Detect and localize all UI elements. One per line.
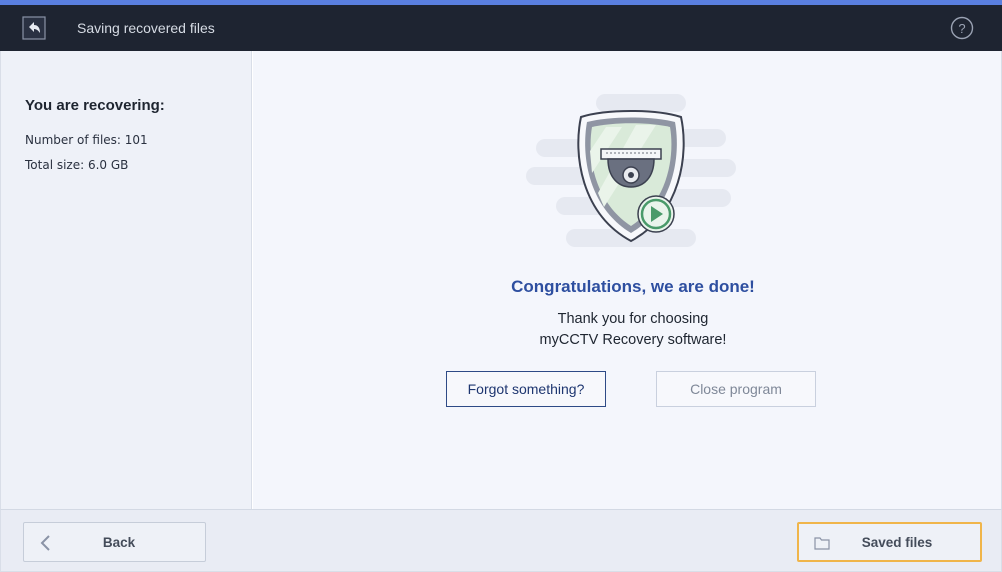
shield-cctv-camera-play-icon — [526, 89, 736, 259]
svg-text:?: ? — [958, 21, 965, 36]
back-arrow-app-icon[interactable] — [22, 16, 46, 40]
back-button[interactable]: Back — [23, 522, 206, 562]
close-program-button[interactable]: Close program — [656, 371, 816, 407]
completion-heading: Congratulations, we are done! — [511, 277, 755, 296]
saved-files-button-label: Saved files — [861, 535, 933, 550]
file-count-label: Number of files: 101 — [25, 133, 148, 147]
footer-bar: Back Saved files — [0, 509, 1002, 572]
thank-you-line-2: myCCTV Recovery software! — [539, 332, 727, 348]
saved-files-button[interactable]: Saved files — [797, 522, 982, 562]
window-title: Saving recovered files — [77, 20, 215, 36]
sidebar-heading: You are recovering: — [25, 97, 165, 114]
total-size-label: Total size: 6.0 GB — [25, 158, 129, 172]
help-icon[interactable]: ? — [950, 16, 974, 40]
completion-panel: Congratulations, we are done! Thank you … — [253, 51, 1002, 509]
thank-you-message: Thank you for choosing myCCTV Recovery s… — [253, 309, 1002, 351]
forgot-something-button[interactable]: Forgot something? — [446, 371, 606, 407]
recovery-summary-sidebar: You are recovering: Number of files: 101… — [0, 51, 252, 509]
thank-you-line-1: Thank you for choosing — [557, 311, 709, 327]
title-bar: Saving recovered files ? — [0, 5, 1002, 51]
back-button-label: Back — [102, 535, 136, 550]
